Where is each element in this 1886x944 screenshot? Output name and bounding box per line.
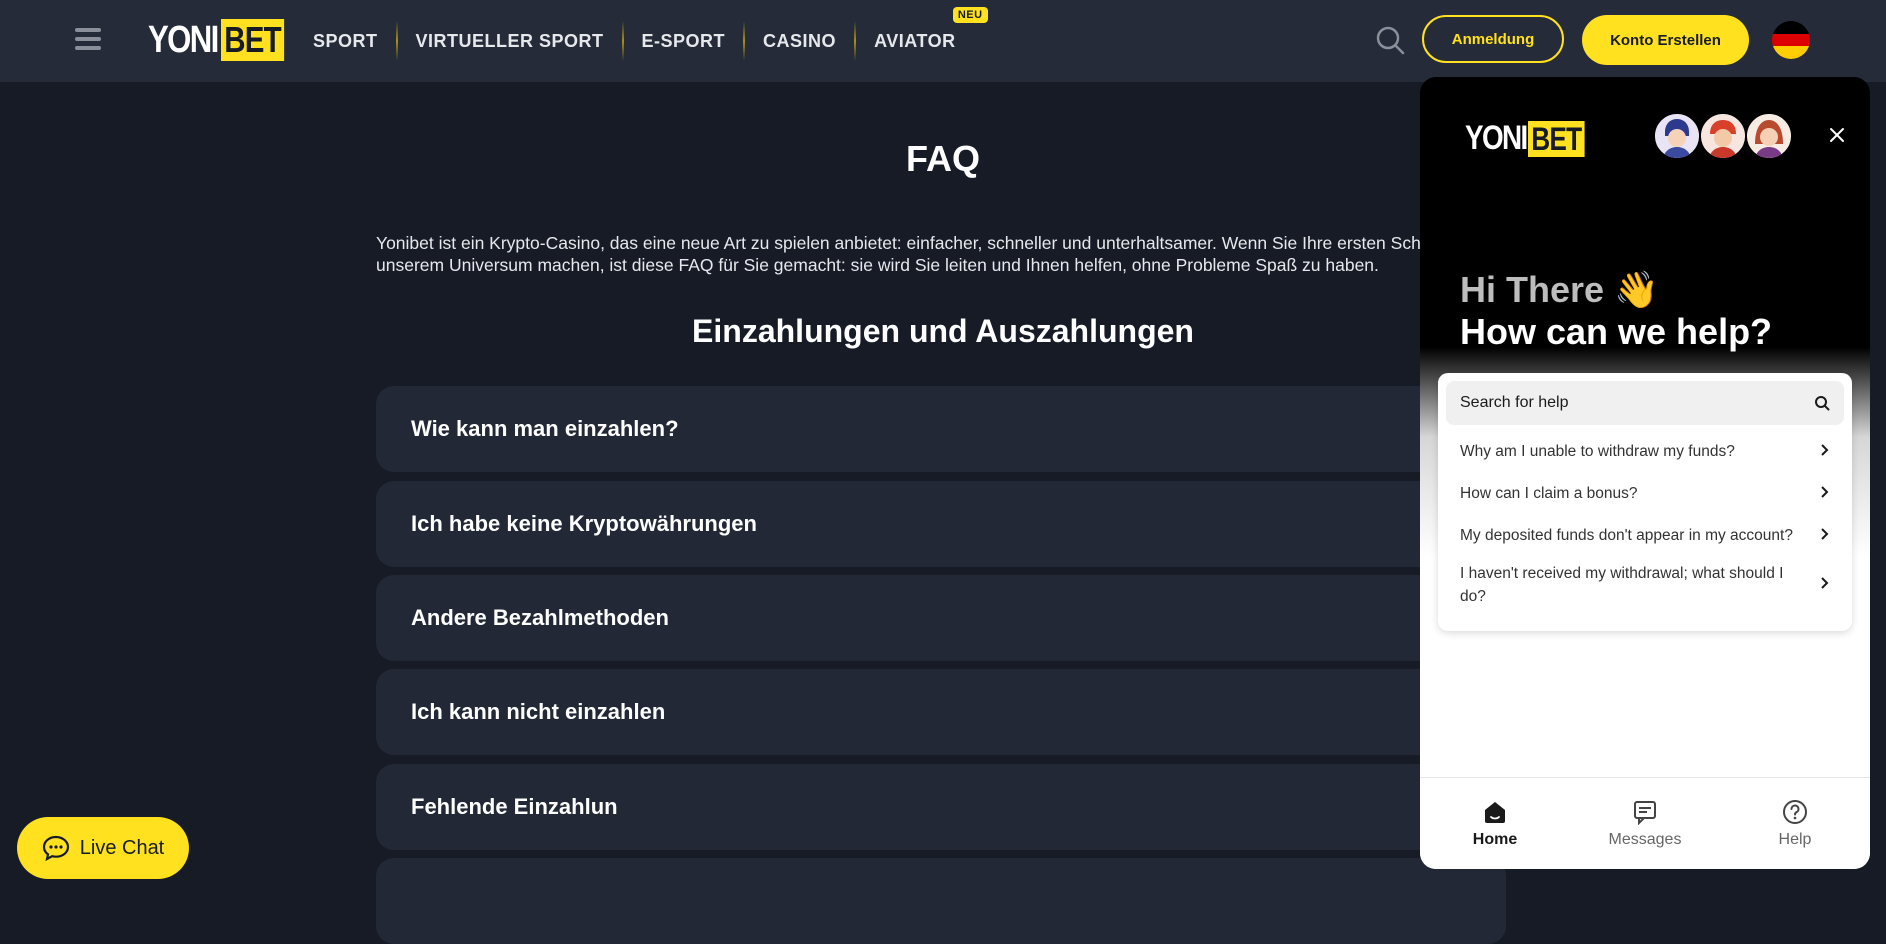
support-widget: YONI BET Hi There 👋 How can we help? Sea… xyxy=(1420,77,1870,869)
top-header: YONI BET SPORT VIRTUELLER SPORT E-SPORT … xyxy=(0,0,1886,82)
help-article-item[interactable]: Why am I unable to withdraw my funds? xyxy=(1446,431,1844,473)
search-icon xyxy=(1815,396,1830,411)
close-icon[interactable] xyxy=(1825,123,1849,147)
chevron-right-icon xyxy=(1820,574,1830,597)
login-button[interactable]: Anmeldung xyxy=(1422,15,1564,63)
tab-home-label: Home xyxy=(1472,831,1518,848)
intro-text: Yonibet ist ein Krypto-Casino, das eine … xyxy=(376,232,1426,276)
tab-messages-label: Messages xyxy=(1608,831,1682,848)
nav-sport[interactable]: SPORT xyxy=(295,0,396,82)
register-button[interactable]: Konto Erstellen xyxy=(1582,15,1749,65)
avatar xyxy=(1653,112,1701,160)
widget-logo-bet: BET xyxy=(1528,120,1585,157)
chevron-right-icon xyxy=(1820,443,1830,462)
agent-avatars xyxy=(1653,112,1793,160)
faq-item-label: Andere Bezahlmethoden xyxy=(411,605,669,630)
widget-tab-bar: Home Messages Help xyxy=(1420,777,1870,869)
search-icon[interactable] xyxy=(1374,24,1406,56)
faq-item-label: Ich habe keine Kryptowährungen xyxy=(411,511,757,536)
help-article-label: My deposited funds don't appear in my ac… xyxy=(1460,527,1793,544)
chat-bubble-icon xyxy=(42,835,69,861)
faq-item[interactable]: Ich kann nicht einzahlen xyxy=(376,669,1506,755)
live-chat-button[interactable]: Live Chat xyxy=(17,817,189,879)
tab-messages[interactable]: Messages xyxy=(1570,778,1720,869)
home-icon xyxy=(1485,802,1505,823)
nav-aviator-label: AVIATOR xyxy=(874,30,956,51)
faq-item-label: Wie kann man einzahlen? xyxy=(411,416,679,441)
faq-item[interactable]: Ich habe keine Kryptowährungen xyxy=(376,481,1506,567)
faq-item[interactable]: Wie kann man einzahlen? xyxy=(376,386,1506,472)
help-article-item[interactable]: My deposited funds don't appear in my ac… xyxy=(1446,515,1844,557)
main-nav: SPORT VIRTUELLER SPORT E-SPORT CASINO AV… xyxy=(295,0,988,82)
widget-logo-yoni: YONI xyxy=(1465,119,1528,157)
help-article-label: I haven't received my withdrawal; what s… xyxy=(1460,565,1784,605)
messages-icon xyxy=(1634,801,1656,825)
help-search-input[interactable]: Search for help xyxy=(1446,381,1844,425)
nav-virtueller-sport-label: VIRTUELLER SPORT xyxy=(415,30,604,51)
logo-text-bet: BET xyxy=(220,19,285,61)
help-article-label: Why am I unable to withdraw my funds? xyxy=(1460,443,1735,460)
avatar xyxy=(1699,112,1747,160)
nav-virtueller-sport[interactable]: VIRTUELLER SPORT xyxy=(398,0,622,82)
tab-home[interactable]: Home xyxy=(1420,778,1570,869)
site-logo[interactable]: YONI BET xyxy=(148,18,298,62)
greeting-line-2: How can we help? xyxy=(1460,311,1773,352)
nav-aviator[interactable]: AVIATOR NEU xyxy=(856,0,988,82)
logo-text-yoni: YONI xyxy=(148,18,219,61)
live-chat-label: Live Chat xyxy=(79,836,165,859)
help-icon xyxy=(1783,800,1807,824)
help-search-placeholder: Search for help xyxy=(1460,394,1569,411)
tab-help-label: Help xyxy=(1778,831,1812,848)
nav-sport-label: SPORT xyxy=(313,30,378,51)
nav-casino-label: CASINO xyxy=(763,30,837,51)
help-card: Search for help Why am I unable to withd… xyxy=(1438,373,1852,631)
chevron-right-icon xyxy=(1820,485,1830,504)
nav-e-sport-label: E-SPORT xyxy=(641,30,726,51)
faq-item[interactable] xyxy=(376,858,1506,944)
greeting-line-1: Hi There 👋 xyxy=(1460,269,1659,310)
nav-casino[interactable]: CASINO xyxy=(745,0,854,82)
help-article-label: How can I claim a bonus? xyxy=(1460,485,1638,502)
intro-line-2: unserem Universum machen, ist diese FAQ … xyxy=(376,255,1379,275)
help-article-item[interactable]: I haven't received my withdrawal; what s… xyxy=(1446,557,1844,613)
nav-e-sport[interactable]: E-SPORT xyxy=(624,0,744,82)
faq-item[interactable]: Andere Bezahlmethoden xyxy=(376,575,1506,661)
faq-item[interactable]: Fehlende Einzahlun xyxy=(376,764,1506,850)
chevron-right-icon xyxy=(1820,527,1830,546)
german-flag-icon[interactable] xyxy=(1772,21,1810,59)
avatar xyxy=(1745,112,1793,160)
widget-logo: YONI BET xyxy=(1465,119,1597,158)
faq-item-label: Ich kann nicht einzahlen xyxy=(411,699,666,724)
help-article-item[interactable]: How can I claim a bonus? xyxy=(1446,473,1844,515)
intro-line-1: Yonibet ist ein Krypto-Casino, das eine … xyxy=(376,233,1426,253)
faq-item-label: Fehlende Einzahlun xyxy=(411,794,618,819)
tab-help[interactable]: Help xyxy=(1720,778,1870,869)
new-badge: NEU xyxy=(952,7,988,23)
menu-icon[interactable] xyxy=(75,28,101,50)
